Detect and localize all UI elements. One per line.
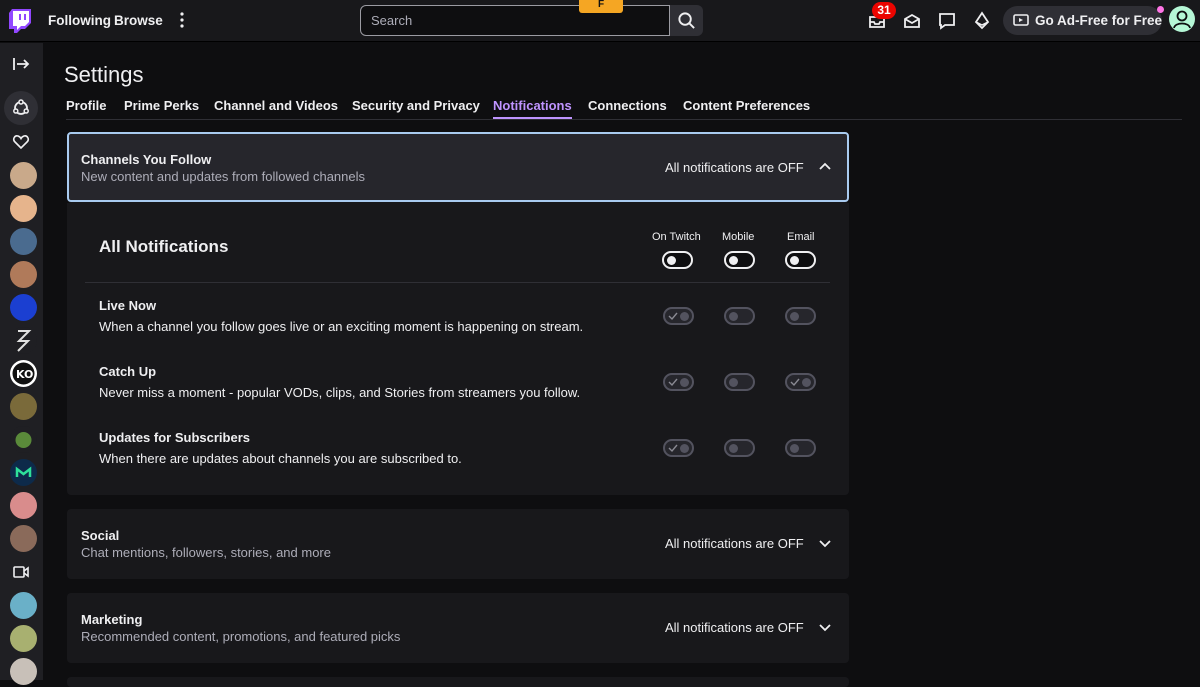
channel-avatar[interactable] xyxy=(10,261,37,288)
catch-up-on-twitch-toggle[interactable] xyxy=(663,373,694,391)
svg-text:KO: KO xyxy=(16,368,33,381)
subscribers-mobile-toggle[interactable] xyxy=(724,439,755,457)
tab-security-and-privacy[interactable]: Security and Privacy xyxy=(352,98,480,113)
bits-icon[interactable] xyxy=(972,11,992,31)
channel-avatar[interactable] xyxy=(10,195,37,222)
whispers-icon[interactable] xyxy=(937,11,957,31)
more-vertical-icon[interactable] xyxy=(175,10,189,30)
chevron-up-icon xyxy=(819,162,831,170)
chevron-down-icon xyxy=(819,540,831,548)
all-on-twitch-toggle[interactable] xyxy=(662,251,693,269)
search-button[interactable] xyxy=(670,5,703,36)
section-subtitle: New content and updates from followed ch… xyxy=(81,169,366,184)
search-input[interactable]: Search xyxy=(360,5,670,36)
go-ad-free-label: Go Ad-Free for Free xyxy=(1035,13,1163,28)
promo-tag[interactable]: F xyxy=(579,0,623,13)
channel-avatar[interactable] xyxy=(10,162,37,189)
section-subtitle: Chat mentions, followers, stories, and m… xyxy=(81,545,331,560)
channel-avatar[interactable] xyxy=(10,426,37,453)
subscribers-email-toggle[interactable] xyxy=(785,439,816,457)
expand-sidebar-icon[interactable] xyxy=(11,54,31,74)
next-section xyxy=(67,677,849,687)
section-status: All notifications are OFF xyxy=(665,536,804,551)
section-subtitle: Recommended content, promotions, and fea… xyxy=(81,629,401,644)
social-section: Social Chat mentions, followers, stories… xyxy=(67,509,849,579)
ad-free-icon xyxy=(1013,14,1029,26)
channel-avatar[interactable] xyxy=(10,658,37,685)
search-icon xyxy=(678,12,695,29)
tab-prime-perks[interactable]: Prime Perks xyxy=(124,98,199,113)
section-status: All notifications are OFF xyxy=(665,160,804,175)
row-title-live-now: Live Now xyxy=(99,298,157,313)
twitch-logo-icon[interactable] xyxy=(9,9,31,33)
go-ad-free-button[interactable]: Go Ad-Free for Free xyxy=(1003,6,1162,35)
following-icon xyxy=(13,99,29,115)
social-header[interactable]: Social Chat mentions, followers, stories… xyxy=(67,509,849,579)
live-now-on-twitch-toggle[interactable] xyxy=(663,307,694,325)
all-mobile-toggle[interactable] xyxy=(724,251,755,269)
row-desc-catch-up: Never miss a moment - popular VODs, clip… xyxy=(99,385,581,400)
channel-avatar[interactable]: KO xyxy=(10,360,37,387)
video-camera-icon[interactable] xyxy=(11,562,31,582)
chevron-down-icon xyxy=(819,624,831,632)
marketing-header[interactable]: Marketing Recommended content, promotion… xyxy=(67,593,849,663)
row-title-catch-up: Catch Up xyxy=(99,364,157,379)
divider xyxy=(85,282,830,283)
heart-icon[interactable] xyxy=(11,132,31,152)
column-email: Email xyxy=(787,231,815,243)
user-icon xyxy=(1173,10,1191,29)
page-title: Settings xyxy=(64,62,144,87)
live-now-mobile-toggle[interactable] xyxy=(724,307,755,325)
channels-you-follow-header[interactable]: Channels You Follow New content and upda… xyxy=(67,132,849,202)
tab-notifications[interactable]: Notifications xyxy=(493,98,572,119)
column-mobile: Mobile xyxy=(722,231,755,243)
all-notifications-title: All Notifications xyxy=(99,237,229,256)
all-notifications-panel: All Notifications On Twitch Mobile Email… xyxy=(67,203,849,495)
section-status: All notifications are OFF xyxy=(665,620,804,635)
nav-following[interactable]: Following xyxy=(48,13,111,28)
notification-dot xyxy=(1157,6,1164,13)
subscribers-on-twitch-toggle[interactable] xyxy=(663,439,694,457)
side-rail: KO xyxy=(0,43,43,685)
tab-connections[interactable]: Connections xyxy=(588,98,667,113)
channel-avatar[interactable] xyxy=(10,228,37,255)
tab-channel-and-videos[interactable]: Channel and Videos xyxy=(214,98,338,113)
inbox-badge: 31 xyxy=(872,2,896,19)
settings-tabs: Profile Prime Perks Channel and Videos S… xyxy=(66,98,1182,120)
section-title: Marketing xyxy=(81,612,143,627)
channel-avatar[interactable] xyxy=(10,525,37,552)
channel-avatar[interactable] xyxy=(10,459,37,486)
row-title-updates-for-subscribers: Updates for Subscribers xyxy=(99,430,250,445)
all-email-toggle[interactable] xyxy=(785,251,816,269)
catch-up-email-toggle[interactable] xyxy=(785,373,816,391)
channel-avatar[interactable] xyxy=(10,492,37,519)
nav-browse[interactable]: Browse xyxy=(114,13,163,28)
section-title: Social xyxy=(81,528,120,543)
column-on-twitch: On Twitch xyxy=(652,231,701,243)
row-desc-updates-for-subscribers: When there are updates about channels yo… xyxy=(99,451,462,466)
tab-content-preferences[interactable]: Content Preferences xyxy=(683,98,810,113)
channel-avatar[interactable] xyxy=(10,592,37,619)
tab-profile[interactable]: Profile xyxy=(66,98,106,113)
user-avatar[interactable] xyxy=(1169,6,1195,32)
followed-channels-button[interactable] xyxy=(4,91,38,125)
catch-up-mobile-toggle[interactable] xyxy=(724,373,755,391)
top-navigation: Following Browse Search F 31 Go Ad-Free … xyxy=(0,0,1200,42)
marketing-section: Marketing Recommended content, promotion… xyxy=(67,593,849,663)
channel-avatar[interactable] xyxy=(10,393,37,420)
channel-avatar[interactable] xyxy=(10,327,37,354)
channels-you-follow-section: Channels You Follow New content and upda… xyxy=(67,132,849,203)
mail-icon[interactable] xyxy=(902,11,922,31)
row-desc-live-now: When a channel you follow goes live or a… xyxy=(99,319,584,334)
channel-avatar[interactable] xyxy=(10,294,37,321)
live-now-email-toggle[interactable] xyxy=(785,307,816,325)
section-title: Channels You Follow xyxy=(81,152,212,167)
channel-avatar[interactable] xyxy=(10,625,37,652)
